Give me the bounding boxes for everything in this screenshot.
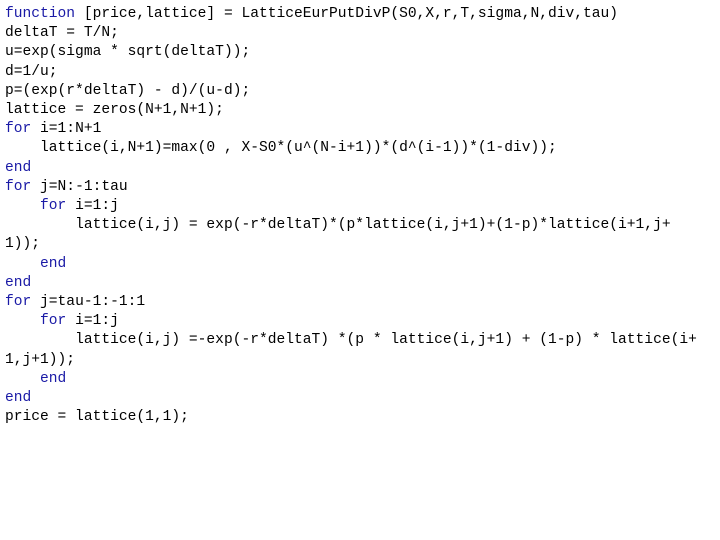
- code-line: for j=tau-1:-1:1: [5, 293, 705, 312]
- code-keyword: end: [40, 370, 67, 387]
- code-keyword: for: [40, 198, 67, 215]
- code-text: i=1:N+1: [31, 121, 102, 138]
- code-text: j=N:-1:tau: [31, 178, 128, 195]
- code-keyword: end: [40, 255, 67, 272]
- code-keyword: for: [5, 178, 32, 195]
- code-line: lattice(i,j) = exp(-r*deltaT)*(p*lattice…: [5, 216, 705, 254]
- code-line: lattice(i,j) =-exp(-r*deltaT) *(p * latt…: [5, 331, 705, 369]
- code-line: d=1/u;: [5, 63, 705, 82]
- code-line: for i=1:j: [5, 312, 705, 331]
- code-line: u=exp(sigma * sqrt(deltaT));: [5, 43, 705, 62]
- code-line: for j=N:-1:tau: [5, 178, 705, 197]
- code-text: lattice = zeros(N+1,N+1);: [5, 102, 224, 119]
- code-line: for i=1:N+1: [5, 120, 705, 139]
- code-keyword: end: [5, 390, 32, 407]
- code-keyword: for: [5, 294, 32, 311]
- code-keyword: end: [5, 159, 32, 176]
- code-line: for i=1:j: [5, 197, 705, 216]
- code-text: u=exp(sigma * sqrt(deltaT));: [5, 44, 251, 61]
- code-line: end: [5, 159, 705, 178]
- code-line: function [price,lattice] = LatticeEurPut…: [5, 5, 705, 24]
- code-line: end: [5, 389, 705, 408]
- code-text: [price,lattice] = LatticeEurPutDivP(S0,X…: [75, 6, 619, 22]
- code-text: j=tau-1:-1:1: [31, 294, 146, 311]
- code-text: p=(exp(r*deltaT) - d)/(u-d);: [5, 82, 251, 99]
- code-text: lattice(i,N+1)=max(0 , X-S0*(u^(N-i+1))*…: [40, 140, 557, 157]
- code-line: price = lattice(1,1);: [5, 408, 705, 427]
- code-text: lattice(i,j) =-exp(-r*deltaT) *(p * latt…: [5, 332, 697, 368]
- code-text: deltaT = T/N;: [5, 25, 119, 42]
- code-text: price = lattice(1,1);: [5, 409, 189, 426]
- code-keyword: for: [5, 121, 32, 138]
- code-keyword: for: [40, 313, 67, 330]
- code-line: end: [5, 255, 705, 274]
- code-line: deltaT = T/N;: [5, 24, 705, 43]
- code-text: i=1:j: [66, 198, 119, 215]
- code-keyword: end: [5, 274, 32, 291]
- code-text: lattice(i,j) = exp(-r*deltaT)*(p*lattice…: [5, 217, 671, 253]
- code-line: lattice(i,N+1)=max(0 , X-S0*(u^(N-i+1))*…: [5, 139, 705, 158]
- code-text: i=1:j: [66, 313, 119, 330]
- code-listing[interactable]: function [price,lattice] = LatticeEurPut…: [5, 5, 705, 427]
- code-text: d=1/u;: [5, 63, 58, 80]
- code-line: lattice = zeros(N+1,N+1);: [5, 101, 705, 120]
- code-line: end: [5, 274, 705, 293]
- code-keyword: function: [5, 6, 76, 22]
- code-line: p=(exp(r*deltaT) - d)/(u-d);: [5, 82, 705, 101]
- code-line: end: [5, 370, 705, 389]
